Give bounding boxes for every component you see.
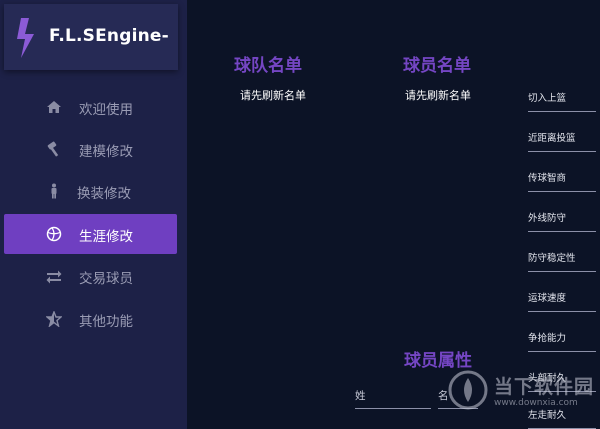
attr-field-close-shot[interactable]: 近距离投篮 (528, 132, 596, 152)
attr-field-hustle[interactable]: 争抢能力 (528, 332, 596, 352)
watermark-name: 当下软件园 (494, 376, 595, 398)
hammer-icon (47, 141, 59, 157)
attr-field-defensive-consistency[interactable]: 防守稳定性 (528, 252, 596, 272)
sidebar-item-label: 欢迎使用 (79, 102, 133, 118)
sidebar-item-label: 换装修改 (77, 186, 131, 202)
sidebar-item-career[interactable]: 生涯修改 (4, 214, 177, 254)
watermark: 当下软件园 www.downxia.com (442, 368, 600, 420)
team-list-empty-text: 请先刷新名单 (240, 89, 306, 102)
sidebar-item-other[interactable]: 其他功能 (4, 299, 177, 339)
attr-field-speed-with-ball[interactable]: 运球速度 (528, 292, 596, 312)
surname-field[interactable]: 姓 (355, 389, 431, 409)
player-list-empty-text: 请先刷新名单 (405, 89, 471, 102)
sidebar-item-label: 生涯修改 (79, 229, 133, 245)
sidebar-item-label: 建模修改 (79, 144, 133, 160)
sidebar: F.L.SEngine- 欢迎使用 建模修改 换装修改 生涯修改 交易球员 其他… (0, 0, 187, 429)
sidebar-item-modeling[interactable]: 建模修改 (4, 129, 177, 169)
watermark-logo-icon (448, 370, 488, 410)
basketball-icon (46, 226, 62, 242)
attr-field-drive-layup[interactable]: 切入上篮 (528, 92, 596, 112)
home-icon (47, 101, 61, 113)
app-brand: F.L.SEngine- (4, 4, 178, 70)
team-list-title: 球队名单 (234, 56, 302, 76)
sidebar-item-outfit[interactable]: 换装修改 (4, 171, 177, 211)
star-icon (46, 311, 62, 327)
swap-arrows-icon (46, 270, 62, 284)
sidebar-item-welcome[interactable]: 欢迎使用 (4, 87, 177, 127)
lightning-bolt-icon (17, 18, 34, 58)
sidebar-item-label: 其他功能 (79, 314, 133, 330)
attr-field-pass-iq[interactable]: 传球智商 (528, 172, 596, 192)
sidebar-item-trade[interactable]: 交易球员 (4, 256, 177, 296)
app-title: F.L.SEngine- (49, 26, 169, 46)
player-list-title: 球员名单 (403, 56, 471, 76)
attr-field-perimeter-defense[interactable]: 外线防守 (528, 212, 596, 232)
sidebar-item-label: 交易球员 (79, 271, 133, 287)
watermark-url: www.downxia.com (494, 398, 578, 408)
surname-label: 姓 (355, 390, 366, 402)
person-icon (51, 183, 57, 199)
